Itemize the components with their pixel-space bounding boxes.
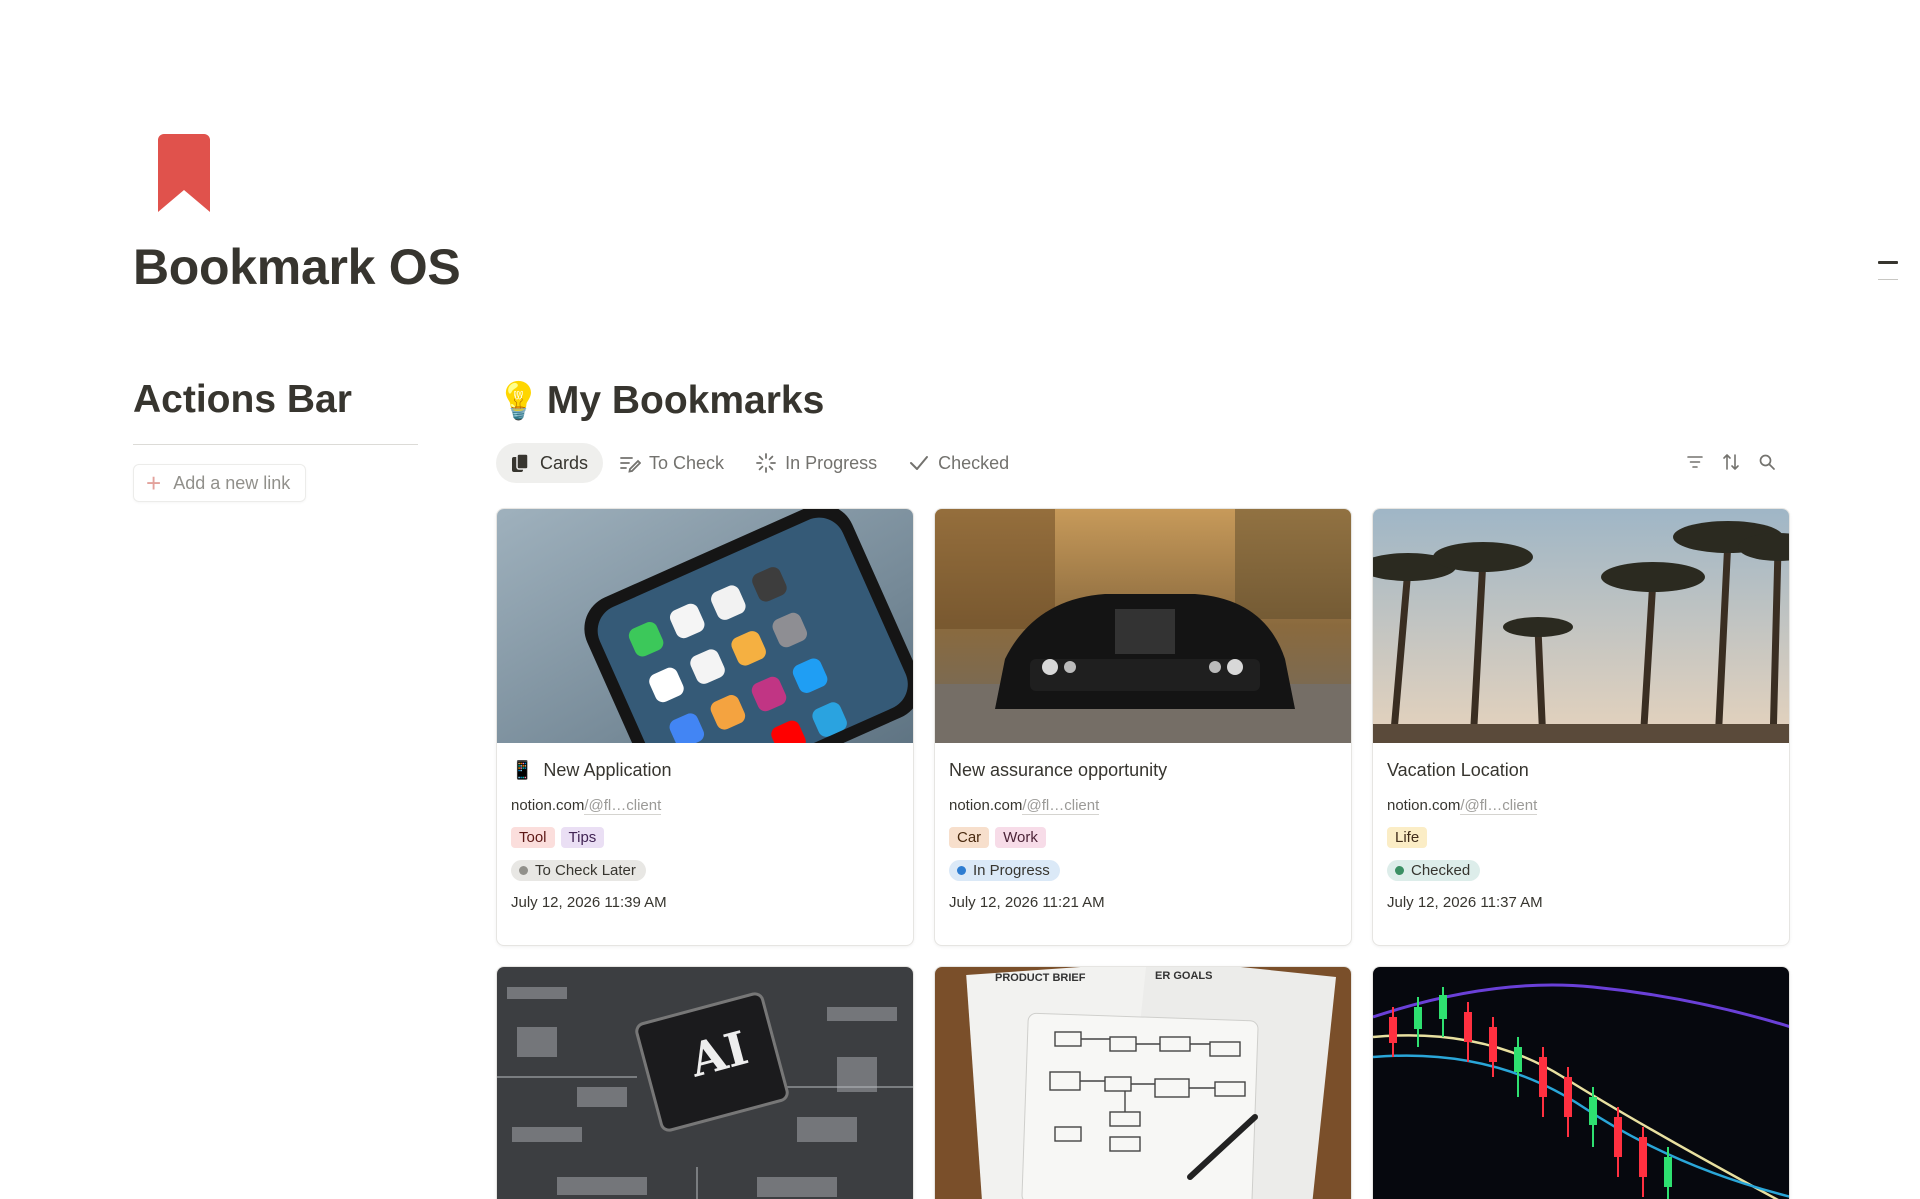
smartphone-apps-photo <box>497 509 913 743</box>
search-icon[interactable] <box>1756 450 1778 474</box>
tab-checked[interactable]: Checked <box>894 443 1024 483</box>
status-badge: To Check Later <box>511 860 646 881</box>
status-label: Checked <box>1411 862 1471 879</box>
black-muscle-car-photo <box>935 509 1351 743</box>
bookmark-gallery: 📱 New Application notion.com/@fl…client … <box>496 508 1790 1199</box>
doc-heading: ER GOALS <box>1155 970 1212 982</box>
card-title[interactable]: Vacation Location <box>1387 757 1775 783</box>
card-date: July 12, 2026 11:21 AM <box>949 894 1105 911</box>
tag: Tool <box>511 827 555 848</box>
url-domain: notion.com <box>949 797 1023 814</box>
url-path: /@fl…client <box>1460 797 1538 815</box>
bookmark-card[interactable] <box>1372 966 1790 1199</box>
product-brief-sketch-photo: PRODUCT BRIEF ER GOALS <box>935 967 1351 1199</box>
plus-icon: + <box>146 468 162 498</box>
card-title-text: New assurance opportunity <box>949 759 1168 780</box>
tag: Work <box>995 827 1046 848</box>
url-domain: notion.com <box>1387 797 1461 814</box>
tab-label: Checked <box>938 452 1010 473</box>
card-url[interactable]: notion.com/@fl…client <box>949 797 1337 815</box>
page-title: Bookmark OS <box>133 239 461 295</box>
bookmarks-section: 💡 My Bookmarks Cards To Check In Progres… <box>496 378 1790 1199</box>
card-title-text: New Application <box>543 759 672 780</box>
card-tags: Life <box>1387 827 1775 848</box>
view-toolbar: Cards To Check In Progress Checked <box>496 442 1788 484</box>
tag: Tips <box>560 827 605 848</box>
filter-icon[interactable] <box>1684 450 1706 474</box>
tag: Car <box>949 827 990 848</box>
bookmark-card[interactable]: PRODUCT BRIEF ER GOALS <box>934 966 1352 1199</box>
stock-candlestick-chart-photo <box>1373 967 1789 1199</box>
card-title-text: Vacation Location <box>1387 759 1529 780</box>
bookmark-icon[interactable] <box>158 134 210 212</box>
outline-toggle-icon[interactable] <box>1878 261 1900 281</box>
status-dot <box>1395 866 1404 875</box>
in-progress-icon <box>755 452 777 474</box>
to-check-icon <box>619 452 642 474</box>
tab-label: In Progress <box>785 452 878 473</box>
actions-bar-title: Actions Bar <box>133 378 418 445</box>
status-label: In Progress <box>973 862 1050 879</box>
bookmark-card[interactable]: AI <box>496 966 914 1199</box>
card-date: July 12, 2026 11:37 AM <box>1387 894 1543 911</box>
mobile-phone-icon: 📱 <box>511 759 534 780</box>
status-badge: In Progress <box>949 860 1060 881</box>
ai-chip-circuit-photo: AI <box>497 967 913 1199</box>
cards-icon <box>510 452 532 474</box>
tab-cards[interactable]: Cards <box>496 443 604 483</box>
section-title: 💡 My Bookmarks <box>496 378 1788 424</box>
bookmark-card[interactable]: 📱 New Application notion.com/@fl…client … <box>496 508 914 946</box>
tab-label: Cards <box>540 452 589 473</box>
url-path: /@fl…client <box>584 797 662 815</box>
tab-in-progress[interactable]: In Progress <box>741 443 892 483</box>
bookmark-card[interactable]: Vacation Location notion.com/@fl…client … <box>1372 508 1790 946</box>
lightbulb-icon: 💡 <box>496 380 541 421</box>
add-new-link-label: Add a new link <box>173 472 291 493</box>
sort-icon[interactable] <box>1720 450 1742 474</box>
url-path: /@fl…client <box>1022 797 1100 815</box>
status-dot <box>957 866 966 875</box>
card-url[interactable]: notion.com/@fl…client <box>1387 797 1775 815</box>
card-url[interactable]: notion.com/@fl…client <box>511 797 899 815</box>
add-new-link-button[interactable]: + Add a new link <box>133 464 307 502</box>
actions-bar: Actions Bar + Add a new link <box>133 378 418 502</box>
status-dot <box>519 866 528 875</box>
doc-heading: PRODUCT BRIEF <box>995 972 1086 984</box>
card-date: July 12, 2026 11:39 AM <box>511 894 667 911</box>
section-title-text: My Bookmarks <box>546 379 825 422</box>
palm-trees-photo <box>1373 509 1789 743</box>
view-tools <box>1684 450 1778 474</box>
status-badge: Checked <box>1387 860 1481 881</box>
status-label: To Check Later <box>535 862 636 879</box>
tab-label: To Check <box>649 452 725 473</box>
url-domain: notion.com <box>511 797 585 814</box>
card-tags: Car Work <box>949 827 1337 848</box>
card-title[interactable]: 📱 New Application <box>511 757 899 783</box>
bookmark-card[interactable]: New assurance opportunity notion.com/@fl… <box>934 508 1352 946</box>
card-tags: Tool Tips <box>511 827 899 848</box>
checkmark-icon <box>908 452 930 474</box>
card-title[interactable]: New assurance opportunity <box>949 757 1337 783</box>
tab-to-check[interactable]: To Check <box>605 443 739 483</box>
tag: Life <box>1387 827 1428 848</box>
